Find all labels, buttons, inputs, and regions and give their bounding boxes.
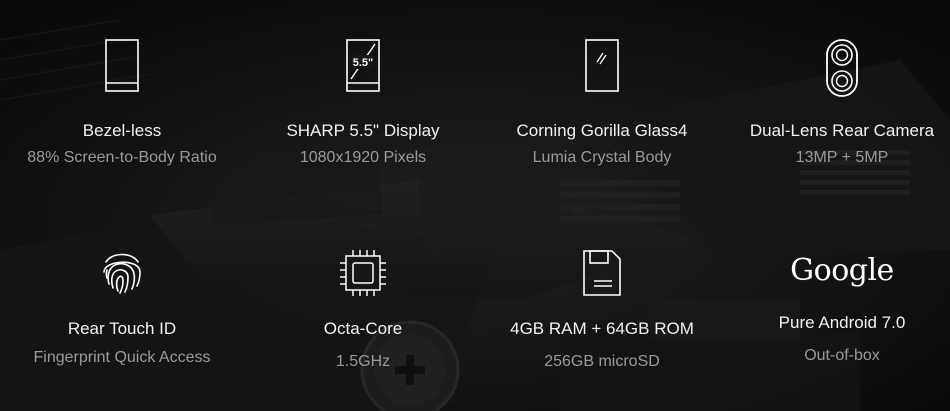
feature-title: Bezel-less: [82, 121, 162, 140]
feature-android: Google Pure Android 7.0 Out-of-box: [727, 253, 950, 366]
feature-touch-id: Rear Touch ID Fingerprint Quick Access: [7, 248, 237, 368]
feature-subtitle: Lumia Crystal Body: [532, 149, 672, 166]
fingerprint-icon: [103, 253, 141, 294]
feature-subtitle: Fingerprint Quick Access: [33, 349, 211, 366]
google-logo: Google: [790, 253, 894, 288]
feature-display: 5.5" SHARP 5.5" Display 1080x1920 Pixels: [248, 38, 478, 168]
feature-title: Corning Gorilla Glass4: [516, 121, 688, 140]
display-size-icon: 5.5": [346, 39, 380, 92]
cpu-chip-icon: [340, 250, 386, 296]
phone-outline-icon: [105, 39, 139, 92]
feature-title: SHARP 5.5" Display: [286, 121, 440, 140]
feature-title: Octa-Core: [323, 319, 403, 338]
display-size-label: 5.5": [353, 57, 374, 69]
feature-camera: Dual-Lens Rear Camera 13MP + 5MP: [727, 38, 950, 168]
feature-title: Dual-Lens Rear Camera: [749, 121, 935, 140]
feature-title: Rear Touch ID: [67, 319, 177, 338]
feature-storage: 4GB RAM + 64GB ROM 256GB microSD: [487, 248, 717, 372]
feature-subtitle: 256GB microSD: [544, 353, 660, 370]
feature-title: Pure Android 7.0: [778, 313, 906, 332]
feature-subtitle: Out-of-box: [804, 347, 880, 364]
feature-subtitle: 1.5GHz: [335, 353, 391, 370]
dual-lens-camera-icon: [826, 39, 858, 97]
feature-title: 4GB RAM + 64GB ROM: [510, 319, 694, 338]
feature-octa-core: Octa-Core 1.5GHz: [248, 248, 478, 372]
feature-subtitle: 88% Screen-to-Body Ratio: [27, 149, 217, 166]
sd-card-icon: [583, 250, 621, 296]
feature-subtitle: 13MP + 5MP: [795, 149, 889, 166]
feature-glass: Corning Gorilla Glass4 Lumia Crystal Bod…: [487, 38, 717, 168]
feature-subtitle: 1080x1920 Pixels: [299, 149, 427, 166]
feature-bezel-less: Bezel-less 88% Screen-to-Body Ratio: [7, 38, 237, 168]
glass-panel-icon: [585, 39, 619, 92]
